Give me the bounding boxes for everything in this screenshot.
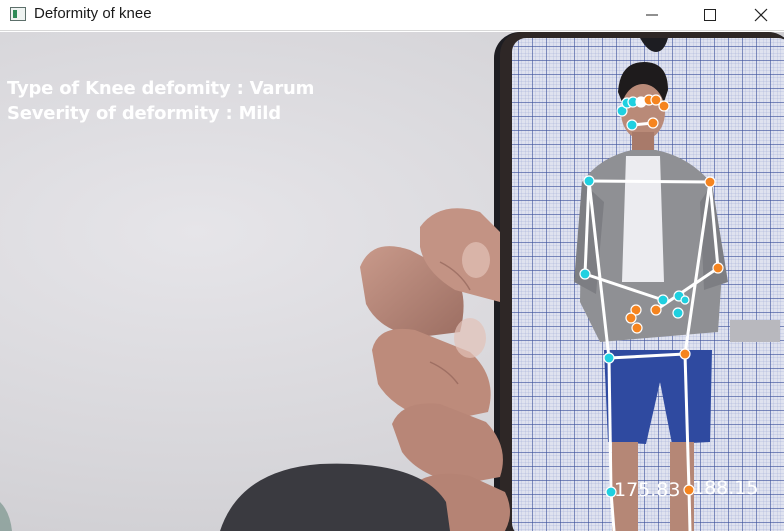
left-elbow-point (579, 268, 591, 280)
mouth-right-point (647, 117, 659, 129)
left-pinky-point (672, 307, 684, 319)
right-hip-point (679, 348, 691, 360)
mouth-left-point (626, 119, 638, 131)
deformity-severity-text: Severity of deformity : Mild (7, 103, 281, 124)
left-knee-angle-label: 175.83 (614, 479, 680, 501)
right-knee-angle-label: 188.15 (692, 477, 758, 499)
title-bar[interactable]: Deformity of knee (0, 0, 784, 31)
right-eye-outer-point (658, 100, 670, 112)
minimize-icon (646, 14, 658, 16)
right-pinky-point (625, 312, 637, 324)
right-wrist-point (650, 304, 662, 316)
app-window: Deformity of knee 175.83 188.15 Type of … (0, 0, 784, 531)
left-wrist-point (657, 294, 669, 306)
opencv-window-icon (10, 7, 26, 21)
right-thumb-point (631, 322, 643, 334)
right-shoulder-point (704, 176, 716, 188)
left-hip-point (603, 352, 615, 364)
left-thumb-point (680, 295, 690, 305)
deformity-type-text: Type of Knee defomity : Varum (7, 78, 315, 99)
right-elbow-point (712, 262, 724, 274)
minimize-button[interactable] (629, 0, 675, 31)
maximize-button[interactable] (687, 0, 733, 31)
close-button[interactable] (738, 0, 784, 31)
close-icon (754, 8, 768, 22)
window-title: Deformity of knee (34, 5, 152, 22)
camera-feed: 175.83 188.15 Type of Knee defomity : Va… (0, 32, 784, 531)
left-shoulder-point (583, 175, 595, 187)
dark-object (220, 463, 450, 531)
maximize-icon (704, 9, 716, 21)
